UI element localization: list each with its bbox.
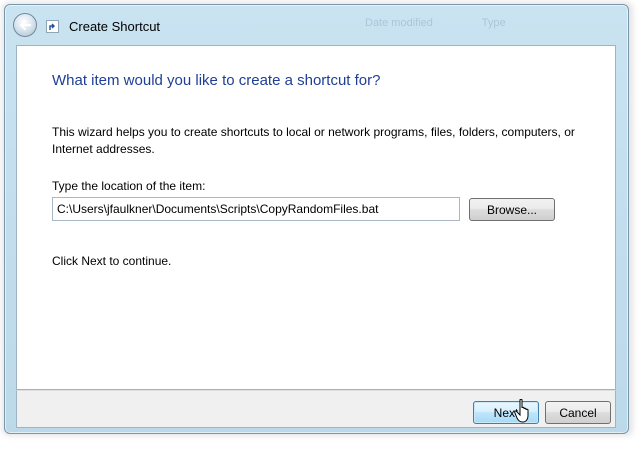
back-button[interactable] <box>13 13 37 37</box>
bg-header-type: Type <box>481 17 506 29</box>
cancel-button[interactable]: Cancel <box>545 401 611 424</box>
create-shortcut-window: Date modified Type Create Shortcut What … <box>4 4 629 434</box>
mouse-cursor-icon <box>514 399 529 423</box>
page-heading: What item would you like to create a sho… <box>52 72 381 89</box>
browse-button[interactable]: Browse... <box>469 198 555 221</box>
back-arrow-icon <box>19 19 32 31</box>
wizard-description: This wizard helps you to create shortcut… <box>52 125 575 156</box>
title-bar: Date modified Type Create Shortcut <box>5 5 628 45</box>
wizard-content: What item would you like to create a sho… <box>16 45 616 390</box>
bg-header-date-modified: Date modified <box>365 17 433 29</box>
location-input[interactable] <box>52 197 460 221</box>
window-title: Create Shortcut <box>69 19 161 34</box>
background-column-headers: Date modified Type <box>365 17 552 29</box>
location-label: Type the location of the item: <box>52 179 206 193</box>
shortcut-icon <box>46 20 59 33</box>
continue-instruction: Click Next to continue. <box>52 254 172 268</box>
